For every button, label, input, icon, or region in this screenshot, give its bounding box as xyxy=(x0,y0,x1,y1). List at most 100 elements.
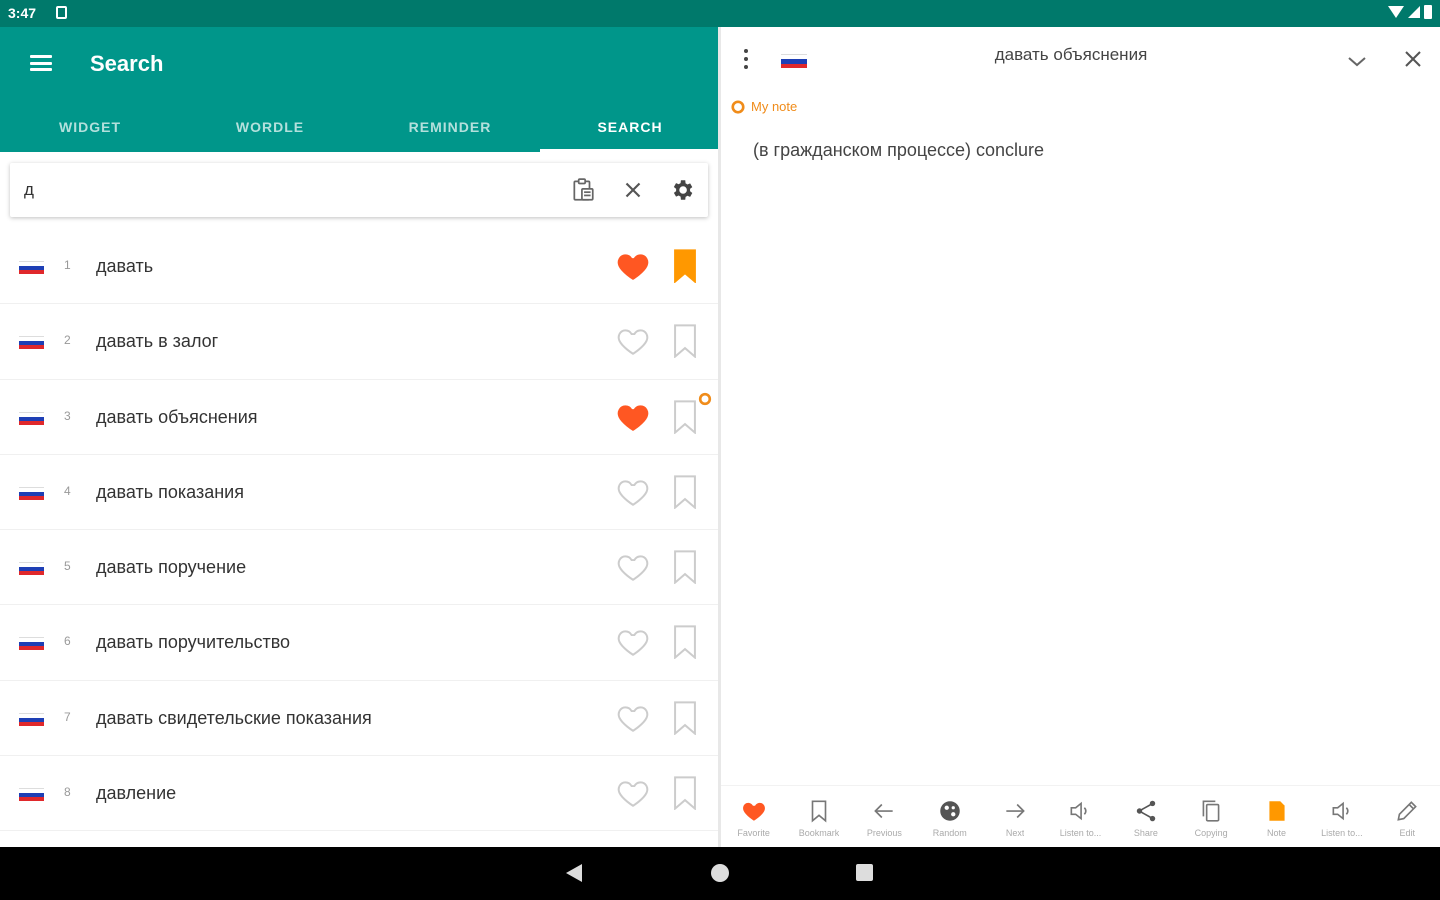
recents-icon[interactable] xyxy=(856,864,873,881)
result-word: давать в залог xyxy=(96,331,219,352)
bookmark-filled-icon[interactable] xyxy=(672,249,698,283)
list-item[interactable]: 1 давать xyxy=(0,229,720,305)
wifi-icon xyxy=(1388,6,1404,18)
result-word: давать xyxy=(96,256,154,276)
bookmark-outline-icon[interactable] xyxy=(672,400,698,434)
clear-icon[interactable] xyxy=(620,177,646,203)
heart-filled-icon[interactable] xyxy=(615,400,651,434)
arrow-right-icon xyxy=(1006,803,1025,819)
result-word: давать показания xyxy=(96,481,244,502)
heart-outline-icon[interactable] xyxy=(615,324,651,358)
toolbar-label: Listen to... xyxy=(1059,828,1102,838)
list-item[interactable]: 8 давление xyxy=(0,756,720,832)
toolbar-note-button[interactable]: Note xyxy=(1244,786,1309,847)
result-word: давать поручение xyxy=(96,557,247,578)
close-icon[interactable] xyxy=(1401,47,1425,71)
toolbar-edit-button[interactable]: Edit xyxy=(1375,786,1440,847)
pencil-icon xyxy=(1397,801,1418,821)
speaker-icon xyxy=(1332,801,1349,821)
russian-flag-icon xyxy=(19,562,44,576)
toolbar-next-button[interactable]: Next xyxy=(982,786,1047,847)
gear-icon[interactable] xyxy=(669,177,695,203)
menu-icon[interactable] xyxy=(30,55,52,71)
toolbar-previous-button[interactable]: Previous xyxy=(852,786,917,847)
russian-flag-icon xyxy=(19,336,44,350)
list-item[interactable]: 5 давать поручение xyxy=(0,530,720,606)
heart-filled-icon[interactable] xyxy=(615,249,651,283)
bookmark-icon xyxy=(811,800,827,823)
tab-reminder[interactable]: REMINDER xyxy=(360,107,540,152)
toolbar-label: Copying xyxy=(1194,828,1228,838)
russian-flag-icon xyxy=(19,261,44,274)
more-options-icon[interactable] xyxy=(743,49,749,69)
heart-outline-icon[interactable] xyxy=(615,776,651,810)
result-number: 5 xyxy=(64,559,71,574)
bookmark-outline-icon[interactable] xyxy=(672,701,698,735)
status-icons xyxy=(1388,5,1432,19)
toolbar-label: Note xyxy=(1267,828,1287,838)
share-icon xyxy=(1136,800,1156,822)
battery-icon xyxy=(1424,5,1432,19)
list-item[interactable]: 2 давать в залог xyxy=(0,304,720,380)
toolbar-label: Bookmark xyxy=(798,828,840,838)
bookmark-outline-icon[interactable] xyxy=(672,776,698,811)
result-number: 3 xyxy=(64,408,71,423)
signal-icon xyxy=(1408,6,1420,18)
tab-search[interactable]: SEARCH xyxy=(540,107,720,152)
toolbar-random-button[interactable]: Random xyxy=(917,786,982,847)
result-word: давать поручительство xyxy=(96,632,291,653)
bookmark-outline-icon[interactable] xyxy=(672,550,698,585)
arrow-left-icon xyxy=(874,803,894,819)
detail-pane: давать объяснения My note (в гражданском… xyxy=(721,27,1440,847)
list-item[interactable]: 6 давать поручительство xyxy=(0,605,720,681)
chevron-down-icon[interactable] xyxy=(1345,49,1369,73)
toolbar-copying-button[interactable]: Copying xyxy=(1179,786,1244,847)
result-number: 4 xyxy=(64,483,71,498)
russian-flag-icon xyxy=(19,411,44,425)
russian-flag-icon xyxy=(19,486,44,500)
toolbar-bookmark-button[interactable]: Bookmark xyxy=(786,786,851,847)
heart-outline-icon[interactable] xyxy=(615,701,651,735)
russian-flag-icon xyxy=(19,712,44,726)
tab-wordle[interactable]: WORDLE xyxy=(180,107,360,152)
back-icon[interactable] xyxy=(566,864,582,882)
page-title: Search xyxy=(90,51,164,76)
status-time: 3:47 xyxy=(8,5,37,21)
heart-outline-icon[interactable] xyxy=(615,550,651,584)
tab-widget[interactable]: WIDGET xyxy=(0,107,180,152)
list-item[interactable]: 4 давать показания xyxy=(0,455,720,531)
list-item[interactable]: 3 давать объяснения xyxy=(0,380,720,455)
copy-icon xyxy=(1202,800,1220,822)
result-number: 8 xyxy=(64,785,71,800)
note-icon xyxy=(1268,801,1285,821)
toolbar-listen-to-button[interactable]: Listen to... xyxy=(1309,786,1374,847)
search-input[interactable] xyxy=(24,178,544,202)
bookmark-outline-icon[interactable] xyxy=(672,324,698,359)
my-note-text: My note xyxy=(751,99,798,114)
result-word: давать свидетельские показания xyxy=(96,707,372,728)
paste-icon[interactable] xyxy=(570,177,596,203)
list-item[interactable]: 7 давать свидетельские показания xyxy=(0,681,720,757)
toolbar-label: Previous xyxy=(866,828,902,838)
bookmark-outline-icon[interactable] xyxy=(672,475,698,509)
result-word: давление xyxy=(96,783,177,804)
my-note-label[interactable]: My note xyxy=(731,99,797,114)
toolbar-label: Favorite xyxy=(737,828,770,838)
system-nav-bar xyxy=(0,847,1440,900)
bookmark-outline-icon[interactable] xyxy=(672,625,698,660)
heart-outline-icon[interactable] xyxy=(615,475,651,509)
detail-title: давать объяснения xyxy=(994,45,1148,64)
toolbar-label: Random xyxy=(932,828,967,838)
result-number: 1 xyxy=(64,258,71,272)
heart-outline-icon[interactable] xyxy=(615,625,651,659)
results-list: 1 давать 2 давать в залог 3 давать объяснения… xyxy=(0,229,720,832)
note-icon xyxy=(731,99,745,114)
toolbar-favorite-button[interactable]: Favorite xyxy=(721,786,786,847)
search-pane: Search WIDGET WORDLE REMINDER SEARCH 1 да… xyxy=(0,27,720,847)
sim-card-icon xyxy=(56,6,67,19)
toolbar-listen-to-button[interactable]: Listen to... xyxy=(1048,786,1113,847)
toolbar-share-button[interactable]: Share xyxy=(1113,786,1178,847)
result-number: 2 xyxy=(64,333,71,348)
home-icon[interactable] xyxy=(711,864,729,882)
russian-flag-icon xyxy=(19,788,44,802)
